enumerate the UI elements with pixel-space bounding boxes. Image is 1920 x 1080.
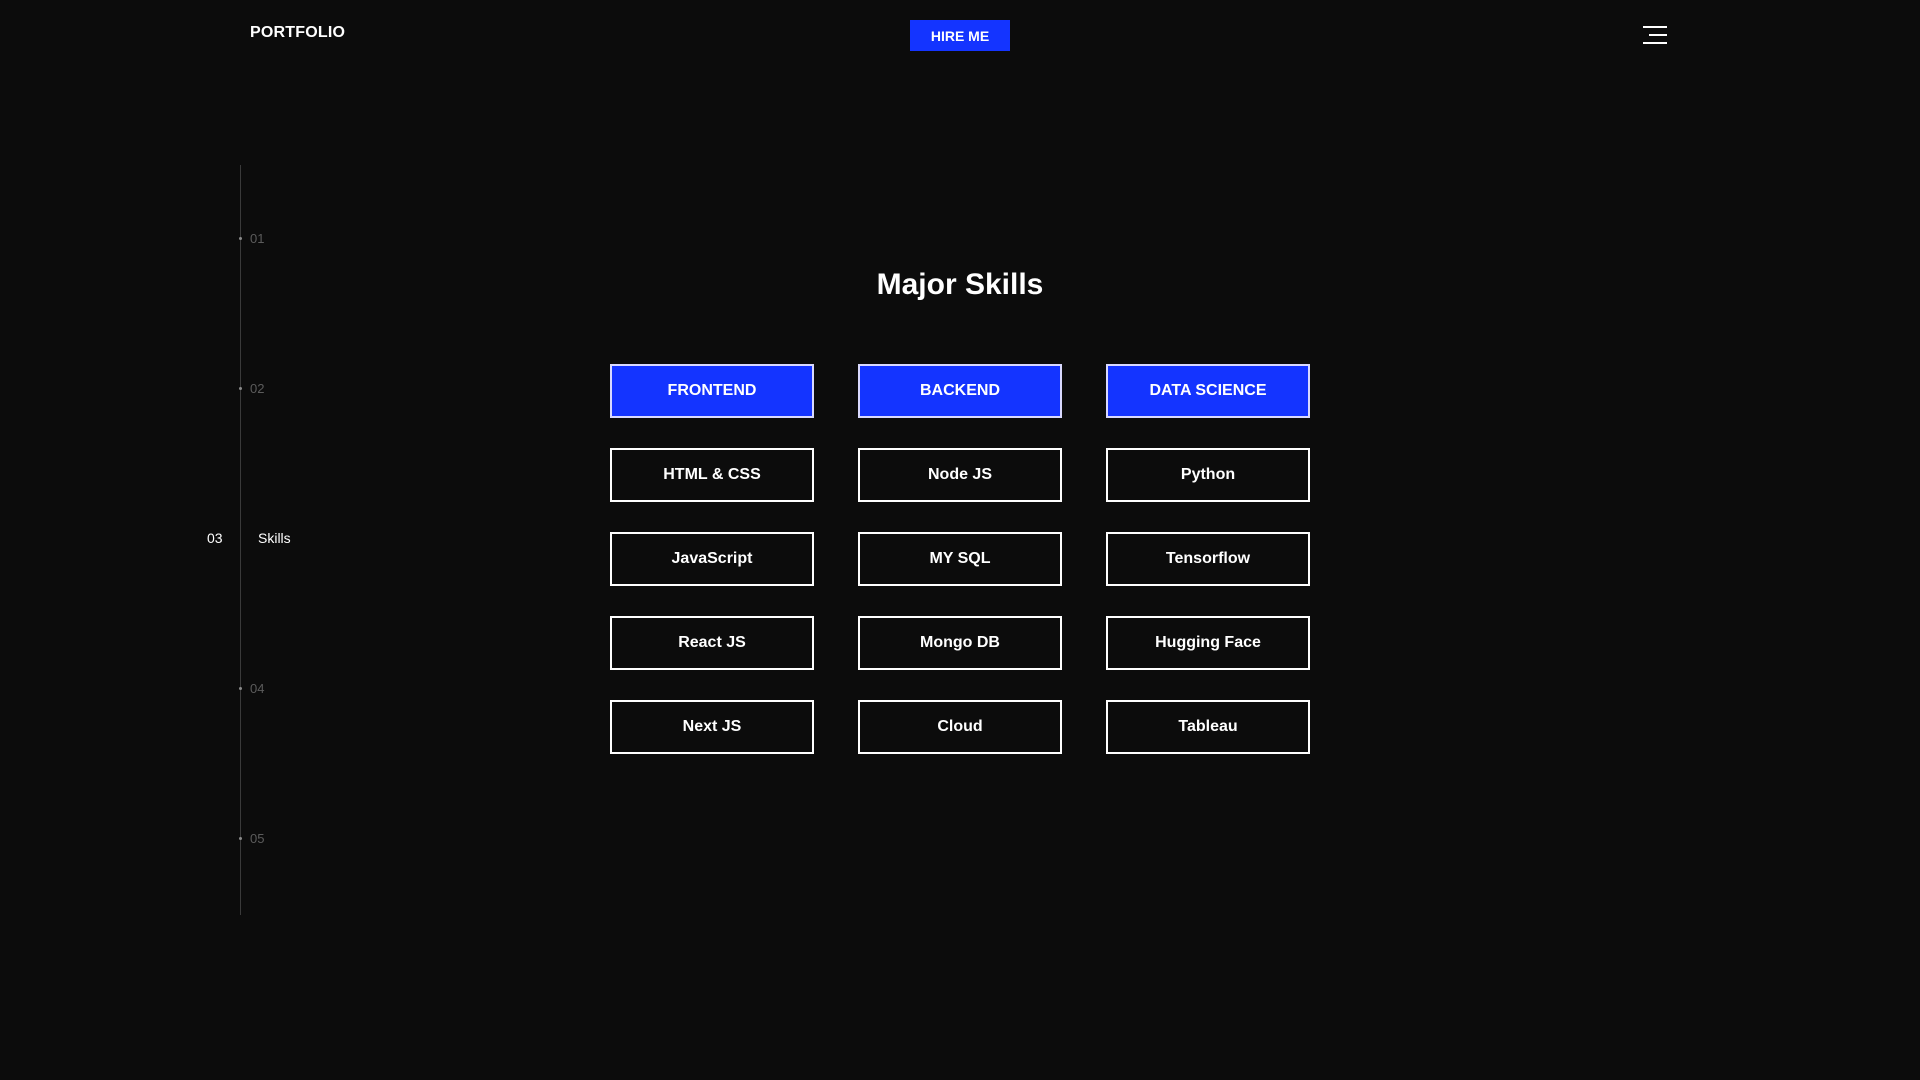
side-nav-item-05[interactable]: 05: [236, 828, 264, 848]
skill-cell: JavaScript: [610, 532, 814, 586]
page-title: Major Skills: [876, 268, 1044, 301]
side-nav-number: 02: [250, 380, 265, 396]
hamburger-menu-icon[interactable]: [1643, 26, 1667, 44]
skill-cell: Tableau: [1106, 700, 1310, 754]
skill-cell: Mongo DB: [858, 616, 1062, 670]
side-nav-item-01[interactable]: 01: [236, 228, 264, 248]
nav-dot-icon: [239, 686, 242, 690]
skill-cell: HTML & CSS: [610, 448, 814, 502]
skills-grid: FRONTEND BACKEND DATA SCIENCE HTML & CSS…: [610, 364, 1310, 754]
skill-cell: Hugging Face: [1106, 616, 1310, 670]
skill-cell: Python: [1106, 448, 1310, 502]
menu-line: [1643, 26, 1667, 28]
side-nav-number: 01: [250, 230, 265, 246]
hire-me-button[interactable]: HIRE ME: [910, 20, 1010, 51]
logo[interactable]: PORTFOLIO: [250, 24, 345, 42]
nav-dot-icon: [239, 386, 242, 390]
category-data-science[interactable]: DATA SCIENCE: [1106, 364, 1310, 418]
side-nav-number: 04: [250, 680, 265, 696]
nav-dot-icon: [239, 236, 242, 240]
skill-cell: React JS: [610, 616, 814, 670]
page: PORTFOLIO HIRE ME 01 02 03 Skills 04 05 …: [0, 0, 1920, 1080]
skill-cell: Tensorflow: [1106, 532, 1310, 586]
side-nav-number: 03: [207, 530, 223, 546]
side-nav-number: 05: [250, 830, 265, 846]
menu-line: [1643, 42, 1667, 44]
skill-cell: Node JS: [858, 448, 1062, 502]
side-nav-label: Skills: [258, 530, 291, 546]
skill-cell: Cloud: [858, 700, 1062, 754]
skill-cell: Next JS: [610, 700, 814, 754]
side-nav-item-02[interactable]: 02: [236, 378, 264, 398]
side-nav-item-04[interactable]: 04: [236, 678, 264, 698]
category-frontend[interactable]: FRONTEND: [610, 364, 814, 418]
menu-line: [1649, 34, 1667, 36]
nav-dot-icon: [239, 836, 242, 840]
category-backend[interactable]: BACKEND: [858, 364, 1062, 418]
skill-cell: MY SQL: [858, 532, 1062, 586]
